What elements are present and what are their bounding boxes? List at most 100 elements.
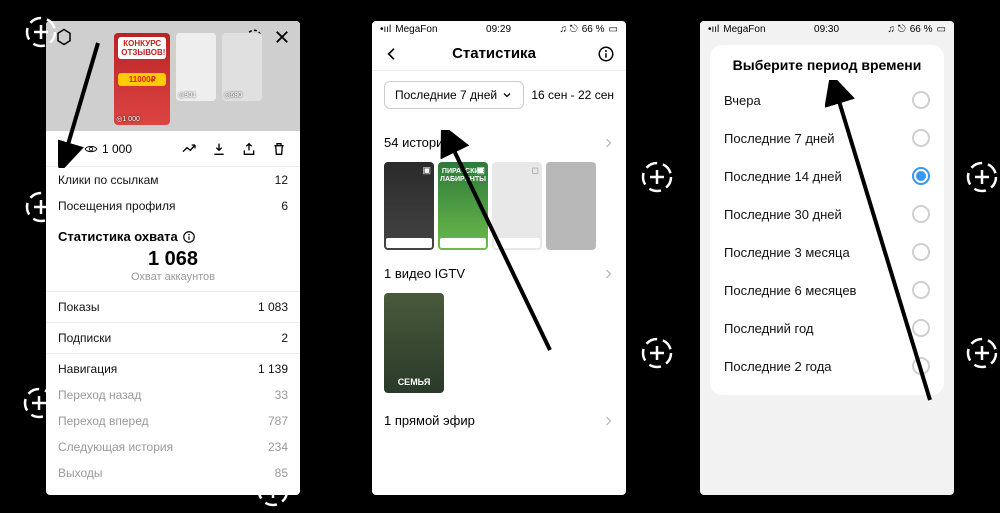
value: 33 (275, 388, 288, 402)
radio-icon (912, 91, 930, 109)
value: 2 (281, 331, 288, 345)
chevron-right-icon (602, 137, 614, 149)
stat-back: Переход назад 33 (46, 382, 300, 408)
stories-strip[interactable]: ▣ ▣ ◻ (384, 158, 614, 258)
range-dropdown[interactable]: Последние 7 дней (384, 81, 524, 109)
camera-icon: ◻ (532, 165, 539, 176)
bar-chart-icon[interactable] (58, 140, 76, 158)
radio-icon (912, 243, 930, 261)
radio-icon (912, 167, 930, 185)
clock: 09:29 (486, 24, 511, 35)
phone-stats-overview: •ıılMegaFon 09:29 ♫ ⎋66 %▭ Статистика По… (372, 21, 626, 495)
live-row[interactable]: 1 прямой эфир (384, 405, 614, 436)
info-icon[interactable] (182, 230, 196, 244)
period-sheet: Выберите период времени Вчера Последние 7… (710, 45, 944, 395)
label: Переход вперед (58, 414, 149, 428)
story-views: ◎901 (178, 91, 196, 99)
option-label: Последние 2 года (724, 359, 832, 374)
reel-icon: ▣ (422, 165, 431, 176)
radio-icon (912, 205, 930, 223)
stat-nav: Навигация 1 139 (46, 356, 300, 382)
option-label: Последние 14 дней (724, 169, 842, 184)
page-title: Статистика (392, 45, 596, 62)
period-option[interactable]: Последние 30 дней (710, 195, 944, 233)
story-views: ◎680 (224, 91, 242, 99)
carrier: MegaFon (395, 24, 437, 35)
stat-exits: Выходы 85 (46, 460, 300, 486)
story-header: КОНКУРС ОТЗЫВОВ! 11000₽ ◎1 000 ◎901 ◎680 (46, 21, 300, 131)
label: 1 прямой эфир (384, 413, 475, 428)
sheet-title: Выберите период времени (710, 45, 944, 81)
reel-icon: ▣ (476, 165, 485, 176)
views-count: 1 000 (84, 142, 132, 156)
value: 787 (268, 414, 288, 428)
views-value: 1 000 (102, 142, 132, 156)
label: 54 историй (384, 135, 451, 150)
period-option[interactable]: Последние 6 месяцев (710, 271, 944, 309)
reach-number: 1 068 (46, 248, 300, 271)
period-option[interactable]: Вчера (710, 81, 944, 119)
battery: 66 % (910, 24, 933, 35)
stat-profile-visits: Посещения профиля 6 (46, 193, 300, 219)
period-option[interactable]: Последний год (710, 309, 944, 347)
page-header: Статистика (372, 37, 626, 71)
status-bar: •ıılMegaFon 09:29 ♫ ⎋66 %▭ (372, 21, 626, 37)
story-card[interactable] (546, 162, 596, 250)
radio-icon (912, 281, 930, 299)
close-icon[interactable] (272, 27, 292, 47)
igtv-card[interactable]: СЕМЬЯ (384, 293, 444, 393)
range-label: Последние 7 дней (395, 88, 497, 102)
story-thumb[interactable]: КОНКУРС ОТЗЫВОВ! 11000₽ ◎1 000 (114, 33, 170, 125)
period-option[interactable]: Последние 3 месяца (710, 233, 944, 271)
plus-icon (965, 336, 999, 370)
info-icon[interactable] (596, 44, 616, 64)
reach-title: Статистика охвата (46, 219, 300, 246)
story-card[interactable]: ▣ (384, 162, 434, 250)
story-card[interactable]: ◻ (492, 162, 542, 250)
option-label: Последние 30 дней (724, 207, 842, 222)
date-range-bar: Последние 7 дней 16 сен - 22 сен (372, 71, 626, 119)
option-label: Последние 7 дней (724, 131, 835, 146)
story-card[interactable]: ▣ (438, 162, 488, 250)
value: 12 (275, 173, 288, 187)
activity-icon[interactable] (180, 140, 198, 158)
share-icon[interactable] (240, 140, 258, 158)
radio-icon (912, 319, 930, 337)
status-bar: •ıılMegaFon 09:30 ♫ ⎋66 %▭ (700, 21, 954, 37)
radio-icon (912, 129, 930, 147)
battery: 66 % (582, 24, 605, 35)
phone-story-insights: КОНКУРС ОТЗЫВОВ! 11000₽ ◎1 000 ◎901 ◎680… (46, 21, 300, 495)
stat-follows: Подписки 2 (46, 325, 300, 351)
story-thumbnails: КОНКУРС ОТЗЫВОВ! 11000₽ ◎1 000 ◎901 ◎680 (114, 33, 262, 125)
value: 85 (275, 466, 288, 480)
story-thumb[interactable]: ◎680 (222, 33, 262, 101)
period-option[interactable]: Последние 7 дней (710, 119, 944, 157)
label: Статистика охвата (58, 229, 178, 244)
label: Навигация (58, 362, 117, 376)
radio-icon (912, 357, 930, 375)
carrier: MegaFon (723, 24, 765, 35)
label: 1 видео IGTV (384, 266, 465, 281)
value: 1 083 (258, 300, 288, 314)
period-option[interactable]: Последние 14 дней (710, 157, 944, 195)
option-label: Последний год (724, 321, 814, 336)
label: Выходы (58, 466, 103, 480)
stories-row[interactable]: 54 историй (384, 127, 614, 158)
stat-impressions: Показы 1 083 (46, 294, 300, 320)
clock: 09:30 (814, 24, 839, 35)
label: Клики по ссылкам (58, 173, 159, 187)
trash-icon[interactable] (270, 140, 288, 158)
igtv-row[interactable]: 1 видео IGTV (384, 258, 614, 289)
story-thumb[interactable]: ◎901 (176, 33, 216, 101)
label: Показы (58, 300, 99, 314)
igtv-label: СЕМЬЯ (384, 377, 444, 387)
chevron-right-icon (602, 268, 614, 280)
download-icon[interactable] (210, 140, 228, 158)
settings-icon[interactable] (54, 27, 74, 47)
story-views: ◎1 000 (116, 115, 140, 123)
stat-link-clicks: Клики по ссылкам 12 (46, 167, 300, 193)
chevron-right-icon (602, 415, 614, 427)
stat-forward: Переход вперед 787 (46, 408, 300, 434)
range-dates: 16 сен - 22 сен (531, 88, 614, 102)
period-option[interactable]: Последние 2 года (710, 347, 944, 385)
